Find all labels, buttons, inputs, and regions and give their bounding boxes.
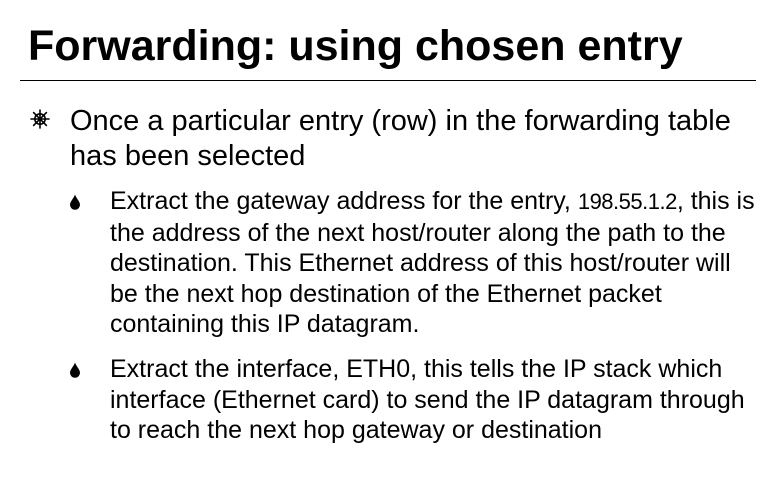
asterisk-bullet-icon (30, 109, 50, 129)
gateway-address: 198.55.1.2 (577, 189, 677, 214)
slide-title: Forwarding: using chosen entry (28, 22, 683, 70)
sub-bullet-text-before: Extract the gateway address for the entr… (110, 187, 578, 215)
drop-bullet-icon (70, 362, 80, 378)
sub-bullet-gateway: Extract the gateway address for the entr… (110, 186, 758, 340)
main-bullet-text: Once a particular entry (row) in the for… (70, 105, 731, 172)
title-divider (20, 80, 756, 81)
sub-bullet-interface: Extract the interface, ETH0, this tells … (110, 355, 745, 444)
drop-bullet-icon (70, 194, 80, 210)
